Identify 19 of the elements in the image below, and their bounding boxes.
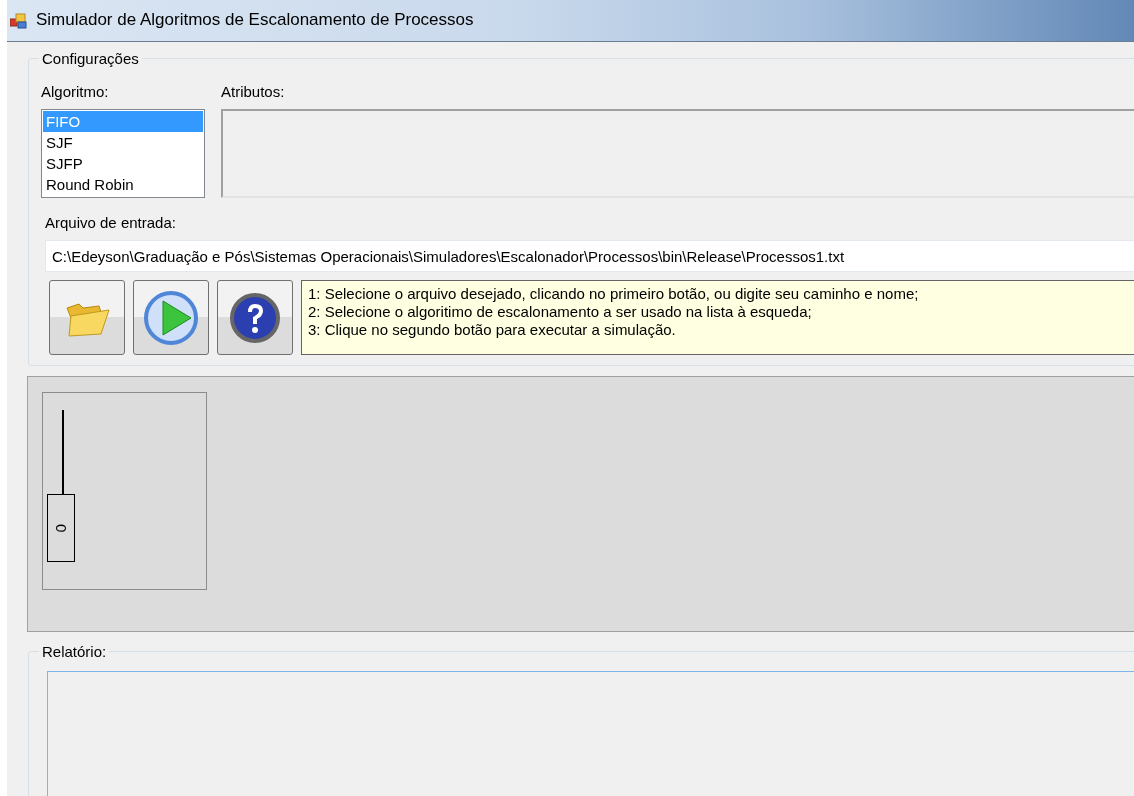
help-button[interactable]	[217, 280, 293, 355]
window-title: Simulador de Algoritmos de Escalonamento de Processos	[36, 10, 474, 31]
app-icon	[10, 12, 28, 29]
field-label: Atributos:	[221, 83, 286, 101]
list-item[interactable]: SJF	[43, 132, 203, 153]
help-icon	[229, 291, 281, 344]
instruction-text: 2: Selecione o algoritimo de escalonamento a ser usado na lista à esqueda;	[308, 303, 813, 321]
field-label: Arquivo de entrada:	[45, 214, 177, 232]
run-button[interactable]	[133, 280, 209, 355]
instruction-text: 1: Selecione o arquivo desejado, clicando no primeiro botão, ou digite seu caminho e nome;	[308, 285, 920, 303]
field-label: Algoritmo:	[41, 83, 110, 101]
algorithm-list[interactable]: FIFO SJF SJFP Round Robin	[41, 109, 205, 198]
process-bar: 0	[47, 494, 75, 562]
open-button[interactable]	[49, 280, 125, 355]
list-item[interactable]: SJFP	[43, 153, 203, 174]
file-path-field[interactable]: C:\Edeyson\Graduação e Pós\Sistemas Operacionais\Simuladores\Escalonador\Processos\bin\Release\Processos1.txt	[45, 240, 1134, 272]
instruction-text: 3: Clique no segundo botão para executar a simulação.	[308, 321, 677, 339]
group-legend: Configurações	[39, 50, 142, 68]
list-item[interactable]: Round Robin	[43, 174, 203, 195]
